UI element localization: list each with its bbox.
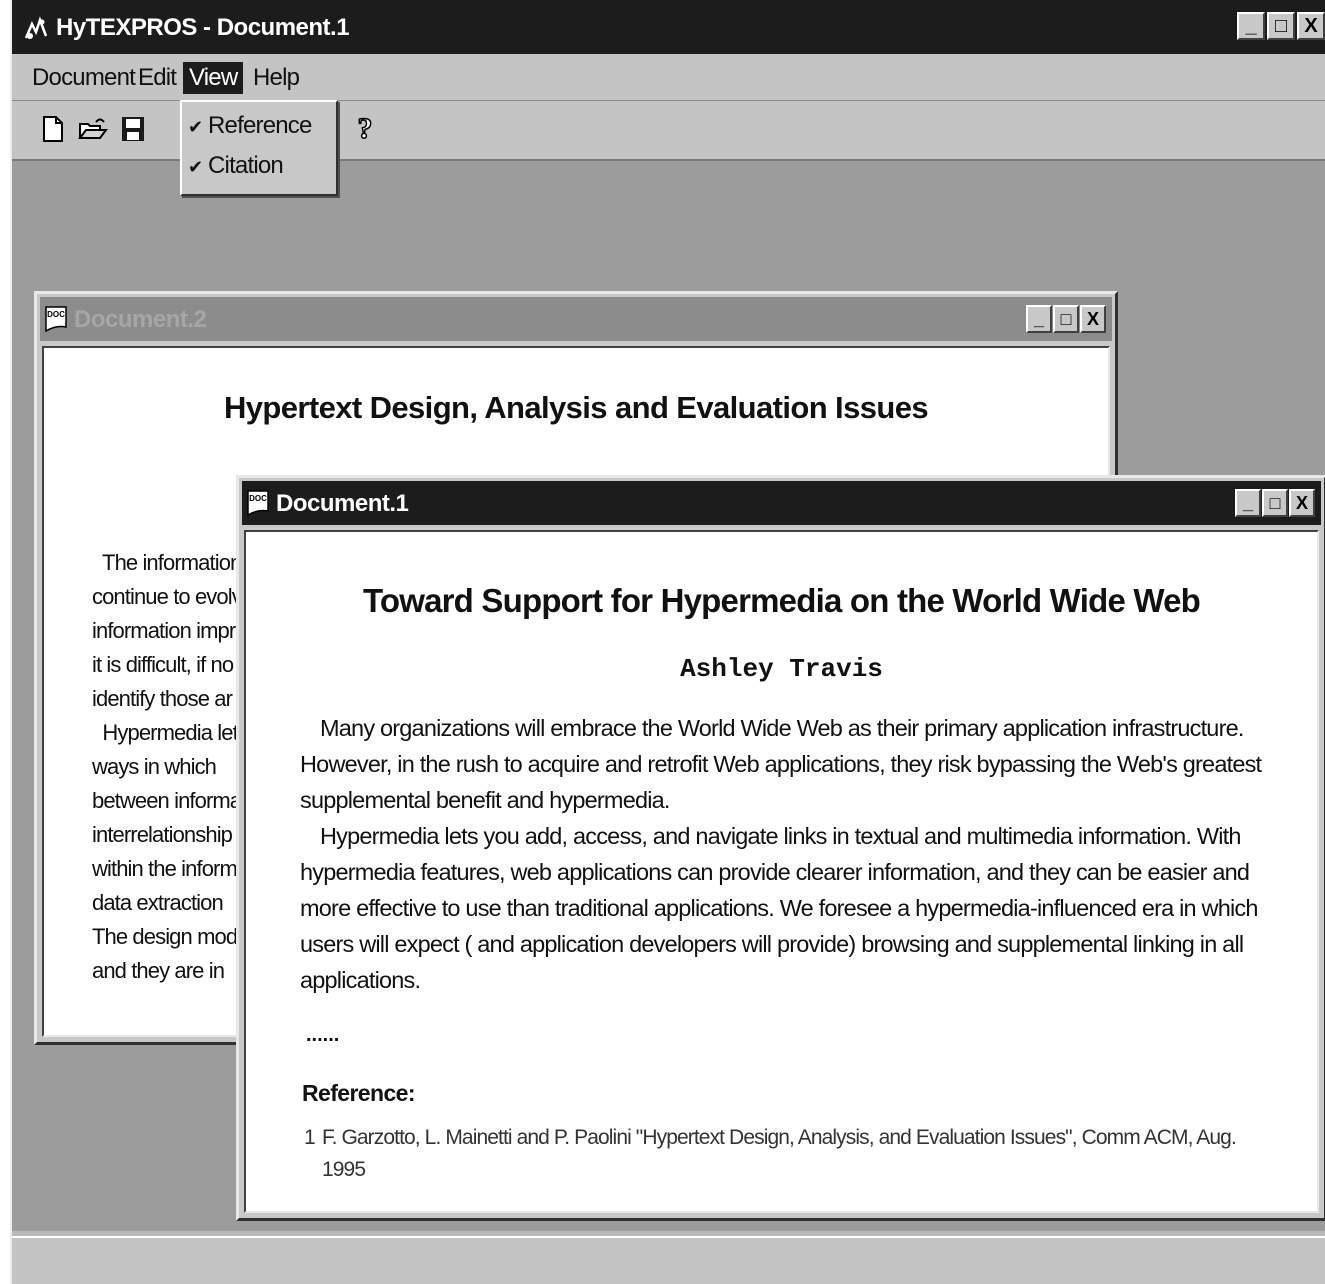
menu-edit[interactable]: Edit: [132, 62, 182, 94]
view-menu-reference-label: Reference: [208, 112, 312, 139]
document-2-title-bar[interactable]: DOC Document.2 _ □ X: [40, 297, 1112, 341]
app-title: HyTEXPROS - Document.1: [56, 14, 350, 41]
minimize-button[interactable]: _: [1235, 489, 1261, 517]
close-button[interactable]: X: [1289, 489, 1315, 517]
document-1-content[interactable]: Toward Support for Hypermedia on the Wor…: [244, 530, 1319, 1213]
view-menu-reference[interactable]: ✔ Reference: [188, 108, 312, 144]
new-document-icon: [43, 116, 63, 142]
check-icon: ✔: [188, 157, 203, 177]
text-line: Hypermedia let: [92, 720, 238, 745]
text-line: interrelationship: [92, 822, 233, 847]
mdi-workspace: DOC Document.2 _ □ X Hypertext Design, A…: [12, 161, 1325, 1231]
text-line: between informa: [92, 788, 242, 813]
text-line: The design mode: [92, 924, 242, 949]
help-button[interactable]: ?: [348, 111, 382, 147]
text-line: it is difficult, if no: [92, 652, 234, 677]
check-icon: ✔: [188, 117, 203, 137]
save-icon: [122, 117, 144, 141]
document-1-heading: Toward Support for Hypermedia on the Wor…: [362, 582, 1201, 619]
app-title-bar[interactable]: HyTEXPROS - Document.1 _ □ X: [12, 0, 1325, 54]
maximize-button[interactable]: □: [1262, 489, 1288, 517]
document-1-window-controls: _ □ X: [1235, 489, 1315, 517]
minimize-button[interactable]: _: [1026, 305, 1052, 333]
document-1-window[interactable]: DOC Document.1 _ □ X Toward Support for …: [236, 475, 1325, 1221]
document-2-body-text: The information continue to evolv inform…: [92, 546, 242, 988]
text-line: within the inform: [92, 856, 238, 881]
help-glyph: ?: [358, 112, 373, 145]
ellipsis: ......: [306, 1024, 340, 1046]
view-menu-citation[interactable]: ✔ Citation: [188, 148, 284, 184]
reference-heading: Reference:: [302, 1080, 415, 1106]
text-line: continue to evolv: [92, 584, 242, 609]
menu-view[interactable]: View: [183, 62, 244, 94]
document-1-title-bar[interactable]: DOC Document.1 _ □ X: [242, 481, 1321, 525]
view-menu-dropdown: ✔ Reference ✔ Citation: [180, 100, 338, 196]
close-button[interactable]: X: [1080, 305, 1106, 333]
minimize-button[interactable]: _: [1237, 12, 1265, 40]
paragraph: Many organizations will embrace the Worl…: [300, 710, 1275, 818]
text-line: The information: [92, 550, 242, 575]
text-line: and they are in: [92, 958, 225, 983]
document-1-author: Ashley Travis: [680, 654, 883, 684]
view-menu-citation-label: Citation: [208, 152, 284, 179]
new-document-button[interactable]: [36, 111, 70, 147]
svg-text:DOC: DOC: [47, 310, 65, 319]
document-1-title: Document.1: [276, 490, 409, 517]
document-2-window-controls: _ □ X: [1026, 305, 1106, 333]
svg-text:DOC: DOC: [249, 494, 267, 503]
menu-bar: Document Edit View Help: [12, 54, 1325, 101]
text-line: ways in which: [92, 754, 217, 779]
save-button[interactable]: [116, 111, 150, 147]
document-2-title: Document.2: [74, 306, 207, 333]
document-icon: DOC: [247, 490, 269, 517]
app-logo-icon: [24, 16, 48, 39]
maximize-button[interactable]: □: [1267, 12, 1295, 40]
reference-text: F. Garzotto, L. Mainetti and P. Paolini …: [322, 1126, 1237, 1181]
document-2-heading: Hypertext Design, Analysis and Evaluatio…: [224, 390, 929, 425]
text-line: data extraction: [92, 890, 224, 915]
document-icon: DOC: [45, 306, 67, 333]
reference-number: 1: [304, 1126, 316, 1149]
app-window-controls: _ □ X: [1237, 12, 1325, 40]
close-button[interactable]: X: [1297, 12, 1325, 40]
paragraph-text: Many organizations will embrace the Worl…: [300, 715, 1262, 813]
paragraph-text: Hypermedia lets you add, access, and nav…: [300, 823, 1258, 993]
open-button[interactable]: [76, 111, 110, 147]
text-line: information impro: [92, 618, 242, 643]
menu-document[interactable]: Document: [26, 62, 141, 94]
maximize-button[interactable]: □: [1053, 305, 1079, 333]
open-folder-icon: [78, 118, 108, 139]
application-window: HyTEXPROS - Document.1 _ □ X Document Ed…: [10, 0, 1325, 1284]
reference-item[interactable]: 1 F. Garzotto, L. Mainetti and P. Paolin…: [304, 1122, 1264, 1186]
menu-help[interactable]: Help: [247, 62, 305, 94]
text-line: identify those ar: [92, 686, 233, 711]
help-icon: ?: [357, 112, 374, 146]
paragraph: Hypermedia lets you add, access, and nav…: [300, 818, 1275, 998]
status-bar: [12, 1236, 1325, 1284]
